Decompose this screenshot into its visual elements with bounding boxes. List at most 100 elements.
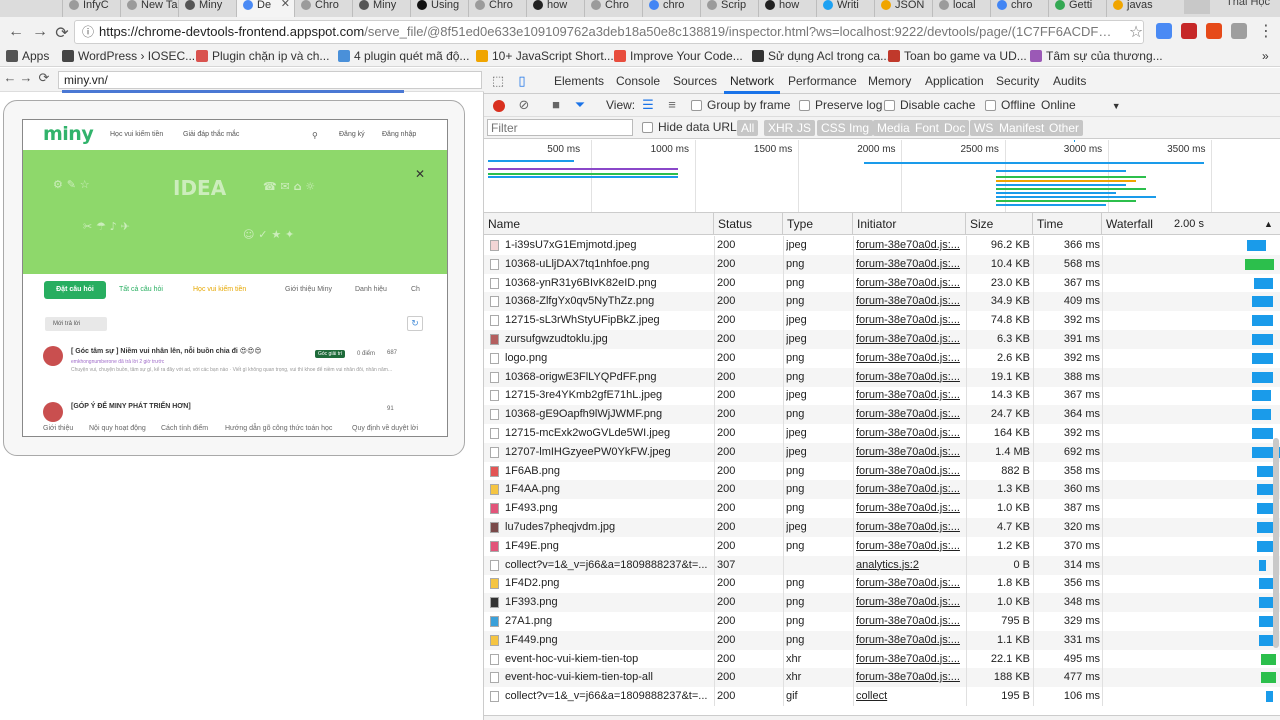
filter-icon[interactable]: ⏷ bbox=[572, 97, 588, 113]
bookmark-star-icon[interactable]: ☆ bbox=[1126, 22, 1146, 42]
group-by-frame-checkbox[interactable]: Group by frame bbox=[691, 98, 790, 112]
question-title[interactable]: [GÓP Ý ĐỂ MINY PHÁT TRIỂN HƠN] bbox=[71, 403, 191, 410]
profile-name[interactable]: Thai Học bbox=[1226, 0, 1270, 8]
filter-other[interactable]: Other bbox=[1045, 120, 1084, 136]
request-row[interactable]: 10368-gE9Oapfh9lWjJWMF.png 200 png forum-38… bbox=[484, 405, 1280, 425]
hide-data-urls-checkbox[interactable]: Hide data URLs bbox=[642, 120, 743, 134]
nav-about[interactable]: Giới thiệu Miny bbox=[285, 286, 332, 293]
request-row[interactable]: 1-i39sU7xG1Emjmotd.jpeg 200 jpeg forum-38e7… bbox=[484, 236, 1280, 255]
request-name[interactable]: 27A1.png bbox=[490, 612, 712, 631]
request-row[interactable]: logo.png 200 png forum-38e70a0d.js:... 2.6 K… bbox=[484, 348, 1280, 368]
overview-icon[interactable]: ≡ bbox=[664, 97, 680, 113]
bookmark-item[interactable]: Sử dụng Acl trong ca... bbox=[752, 49, 890, 63]
clear-icon[interactable]: ⊘ bbox=[516, 97, 532, 113]
footer-link[interactable]: Nội quy hoạt động bbox=[89, 425, 146, 432]
tab-console[interactable]: Console bbox=[616, 74, 660, 88]
request-name[interactable]: collect?v=1&_v=j66&a=1809888237&t=... bbox=[490, 687, 712, 706]
request-row[interactable]: 12715-mcExk2woGVLde5WI.jpeg 200 jpeg forum-… bbox=[484, 424, 1280, 443]
request-name[interactable]: 12715-mcExk2woGVLde5WI.jpeg bbox=[490, 424, 712, 443]
reload-icon[interactable]: ⟳ bbox=[34, 70, 54, 86]
request-row[interactable]: 1F393.png 200 png forum-38e70a0d.js:... 1.0 … bbox=[484, 593, 1280, 613]
tab-security[interactable]: Security bbox=[996, 74, 1039, 88]
request-name[interactable]: 1F6AB.png bbox=[490, 462, 712, 481]
offline-checkbox[interactable]: Offline bbox=[985, 98, 1035, 112]
footer-link[interactable]: Hướng dẫn gõ công thức toán học bbox=[225, 425, 332, 432]
forward-icon[interactable]: → bbox=[16, 70, 36, 85]
browser-tab[interactable]: Chro bbox=[468, 0, 526, 17]
disable-cache-checkbox[interactable]: Disable cache bbox=[884, 98, 975, 112]
inspect-element-icon[interactable]: ⬚ bbox=[490, 73, 506, 89]
browser-tab[interactable]: local bbox=[932, 0, 990, 17]
reload-icon[interactable]: ⟳ bbox=[52, 23, 72, 43]
bookmark-item[interactable]: Plugin chặn ip và ch... bbox=[196, 49, 329, 63]
request-row[interactable]: 12715-sL3rWhStyUFipBkZ.jpeg 200 jpeg forum-… bbox=[484, 311, 1280, 331]
login-link[interactable]: Đăng nhập bbox=[382, 131, 416, 138]
column-time[interactable]: Time bbox=[1033, 213, 1102, 235]
bookmark-item[interactable]: Tâm sự của thương... bbox=[1030, 49, 1163, 63]
request-row[interactable]: 12715-3re4YKmb2gfE71hL.jpeg 200 jpeg forum-… bbox=[484, 386, 1280, 406]
request-initiator[interactable]: forum-38e70a0d.js:... bbox=[856, 480, 966, 499]
request-row[interactable]: zursufgwzudtoklu.jpg 200 jpeg forum-38e70a0… bbox=[484, 330, 1280, 349]
column-initiator[interactable]: Initiator bbox=[853, 213, 966, 235]
request-initiator[interactable]: forum-38e70a0d.js:... bbox=[856, 650, 966, 669]
column-waterfall[interactable]: Waterfall 2.00 s ▲ bbox=[1102, 213, 1280, 235]
nav-learn-earn[interactable]: Học vui kiếm tiền bbox=[193, 286, 246, 293]
extension-icon[interactable] bbox=[1181, 23, 1197, 39]
browser-tab[interactable]: chro bbox=[642, 0, 700, 17]
request-row[interactable]: event-hoc-vui-kiem-tien-top 200 xhr forum-3… bbox=[484, 649, 1280, 669]
request-name[interactable]: event-hoc-vui-kiem-tien-top bbox=[490, 650, 712, 669]
profile-button[interactable] bbox=[1184, 0, 1210, 14]
request-row[interactable]: 10368-origwE3FlLYQPdFF.png 200 png forum-38… bbox=[484, 367, 1280, 387]
request-row[interactable]: collect?v=1&_v=j66&a=1809888237&t=... 200… bbox=[484, 687, 1280, 707]
request-name[interactable]: lu7udes7pheqjvdm.jpg bbox=[490, 518, 712, 537]
request-name[interactable]: 12715-3re4YKmb2gfE71hL.jpeg bbox=[490, 386, 712, 405]
register-link[interactable]: Đăng ký bbox=[339, 131, 365, 138]
browser-tab[interactable]: how bbox=[758, 0, 816, 17]
request-initiator[interactable]: analytics.js:2 bbox=[856, 556, 966, 575]
request-name[interactable]: 10368-origwE3FlLYQPdFF.png bbox=[490, 368, 712, 387]
browser-tab[interactable]: Using bbox=[410, 0, 468, 17]
info-icon[interactable]: ⓘ bbox=[82, 21, 94, 43]
throttling-select[interactable]: Online ▼ bbox=[1041, 98, 1121, 112]
request-row[interactable]: 1F4D2.png 200 png forum-38e70a0d.js:... 1.8 … bbox=[484, 574, 1280, 594]
tab-application[interactable]: Application bbox=[925, 74, 984, 88]
tab-memory[interactable]: Memory bbox=[868, 74, 911, 88]
nav-more[interactable]: Ch bbox=[411, 286, 420, 293]
request-initiator[interactable]: forum-38e70a0d.js:... bbox=[856, 330, 966, 349]
question-title[interactable]: [ Góc tâm sự ] Niềm vui nhân lên, nỗi bu… bbox=[71, 347, 262, 355]
filter-input[interactable] bbox=[487, 119, 633, 136]
request-initiator[interactable]: forum-38e70a0d.js:... bbox=[856, 405, 966, 424]
browser-tab[interactable]: De ✕ bbox=[236, 0, 294, 17]
browser-tab[interactable]: javas bbox=[1106, 0, 1164, 17]
request-initiator[interactable]: forum-38e70a0d.js:... bbox=[856, 612, 966, 631]
request-initiator[interactable]: forum-38e70a0d.js:... bbox=[856, 462, 966, 481]
request-name[interactable]: 10368-ZlfgYx0qv5NyThZz.png bbox=[490, 292, 712, 311]
request-row[interactable]: 10368-uLljDAX7tq1nhfoe.png 200 png forum-38… bbox=[484, 254, 1280, 274]
request-initiator[interactable]: forum-38e70a0d.js:... bbox=[856, 236, 966, 255]
request-name[interactable]: 12715-sL3rWhStyUFipBkZ.jpeg bbox=[490, 311, 712, 330]
request-initiator[interactable]: forum-38e70a0d.js:... bbox=[856, 274, 966, 293]
ask-question-button[interactable]: Đặt câu hỏi bbox=[44, 281, 106, 299]
request-row[interactable]: 1F4AA.png 200 png forum-38e70a0d.js:... 1.3 … bbox=[484, 480, 1280, 500]
column-name[interactable]: Name bbox=[484, 213, 714, 235]
column-type[interactable]: Type bbox=[783, 213, 853, 235]
request-row[interactable]: 1F449.png 200 png forum-38e70a0d.js:... 1.1 … bbox=[484, 630, 1280, 650]
bookmark-item[interactable]: 4 plugin quét mã độ... bbox=[338, 49, 469, 63]
request-name[interactable]: 10368-ynR31y6BIvK82eID.png bbox=[490, 274, 712, 293]
preserve-log-checkbox[interactable]: Preserve log bbox=[799, 98, 882, 112]
request-name[interactable]: 1F493.png bbox=[490, 499, 712, 518]
filter-js[interactable]: JS bbox=[793, 120, 816, 136]
nav-link[interactable]: Giải đáp thắc mắc bbox=[183, 131, 239, 138]
request-initiator[interactable]: forum-38e70a0d.js:... bbox=[856, 255, 966, 274]
emulated-url-input[interactable]: miny.vn/ bbox=[58, 71, 482, 89]
bookmark-item[interactable]: Improve Your Code... bbox=[614, 49, 743, 63]
refresh-icon[interactable]: ↻ bbox=[407, 316, 423, 331]
request-initiator[interactable]: forum-38e70a0d.js:... bbox=[856, 518, 966, 537]
request-name[interactable]: 12707-lmIHGzyeePW0YkFW.jpeg bbox=[490, 443, 712, 462]
checkbox[interactable] bbox=[691, 100, 702, 111]
browser-tab[interactable]: JSON bbox=[874, 0, 932, 17]
checkbox[interactable] bbox=[884, 100, 895, 111]
request-row[interactable]: 10368-ynR31y6BIvK82eID.png 200 png forum-38… bbox=[484, 273, 1280, 293]
browser-tab[interactable]: Getti bbox=[1048, 0, 1106, 17]
filter-ws[interactable]: WS bbox=[970, 120, 998, 136]
